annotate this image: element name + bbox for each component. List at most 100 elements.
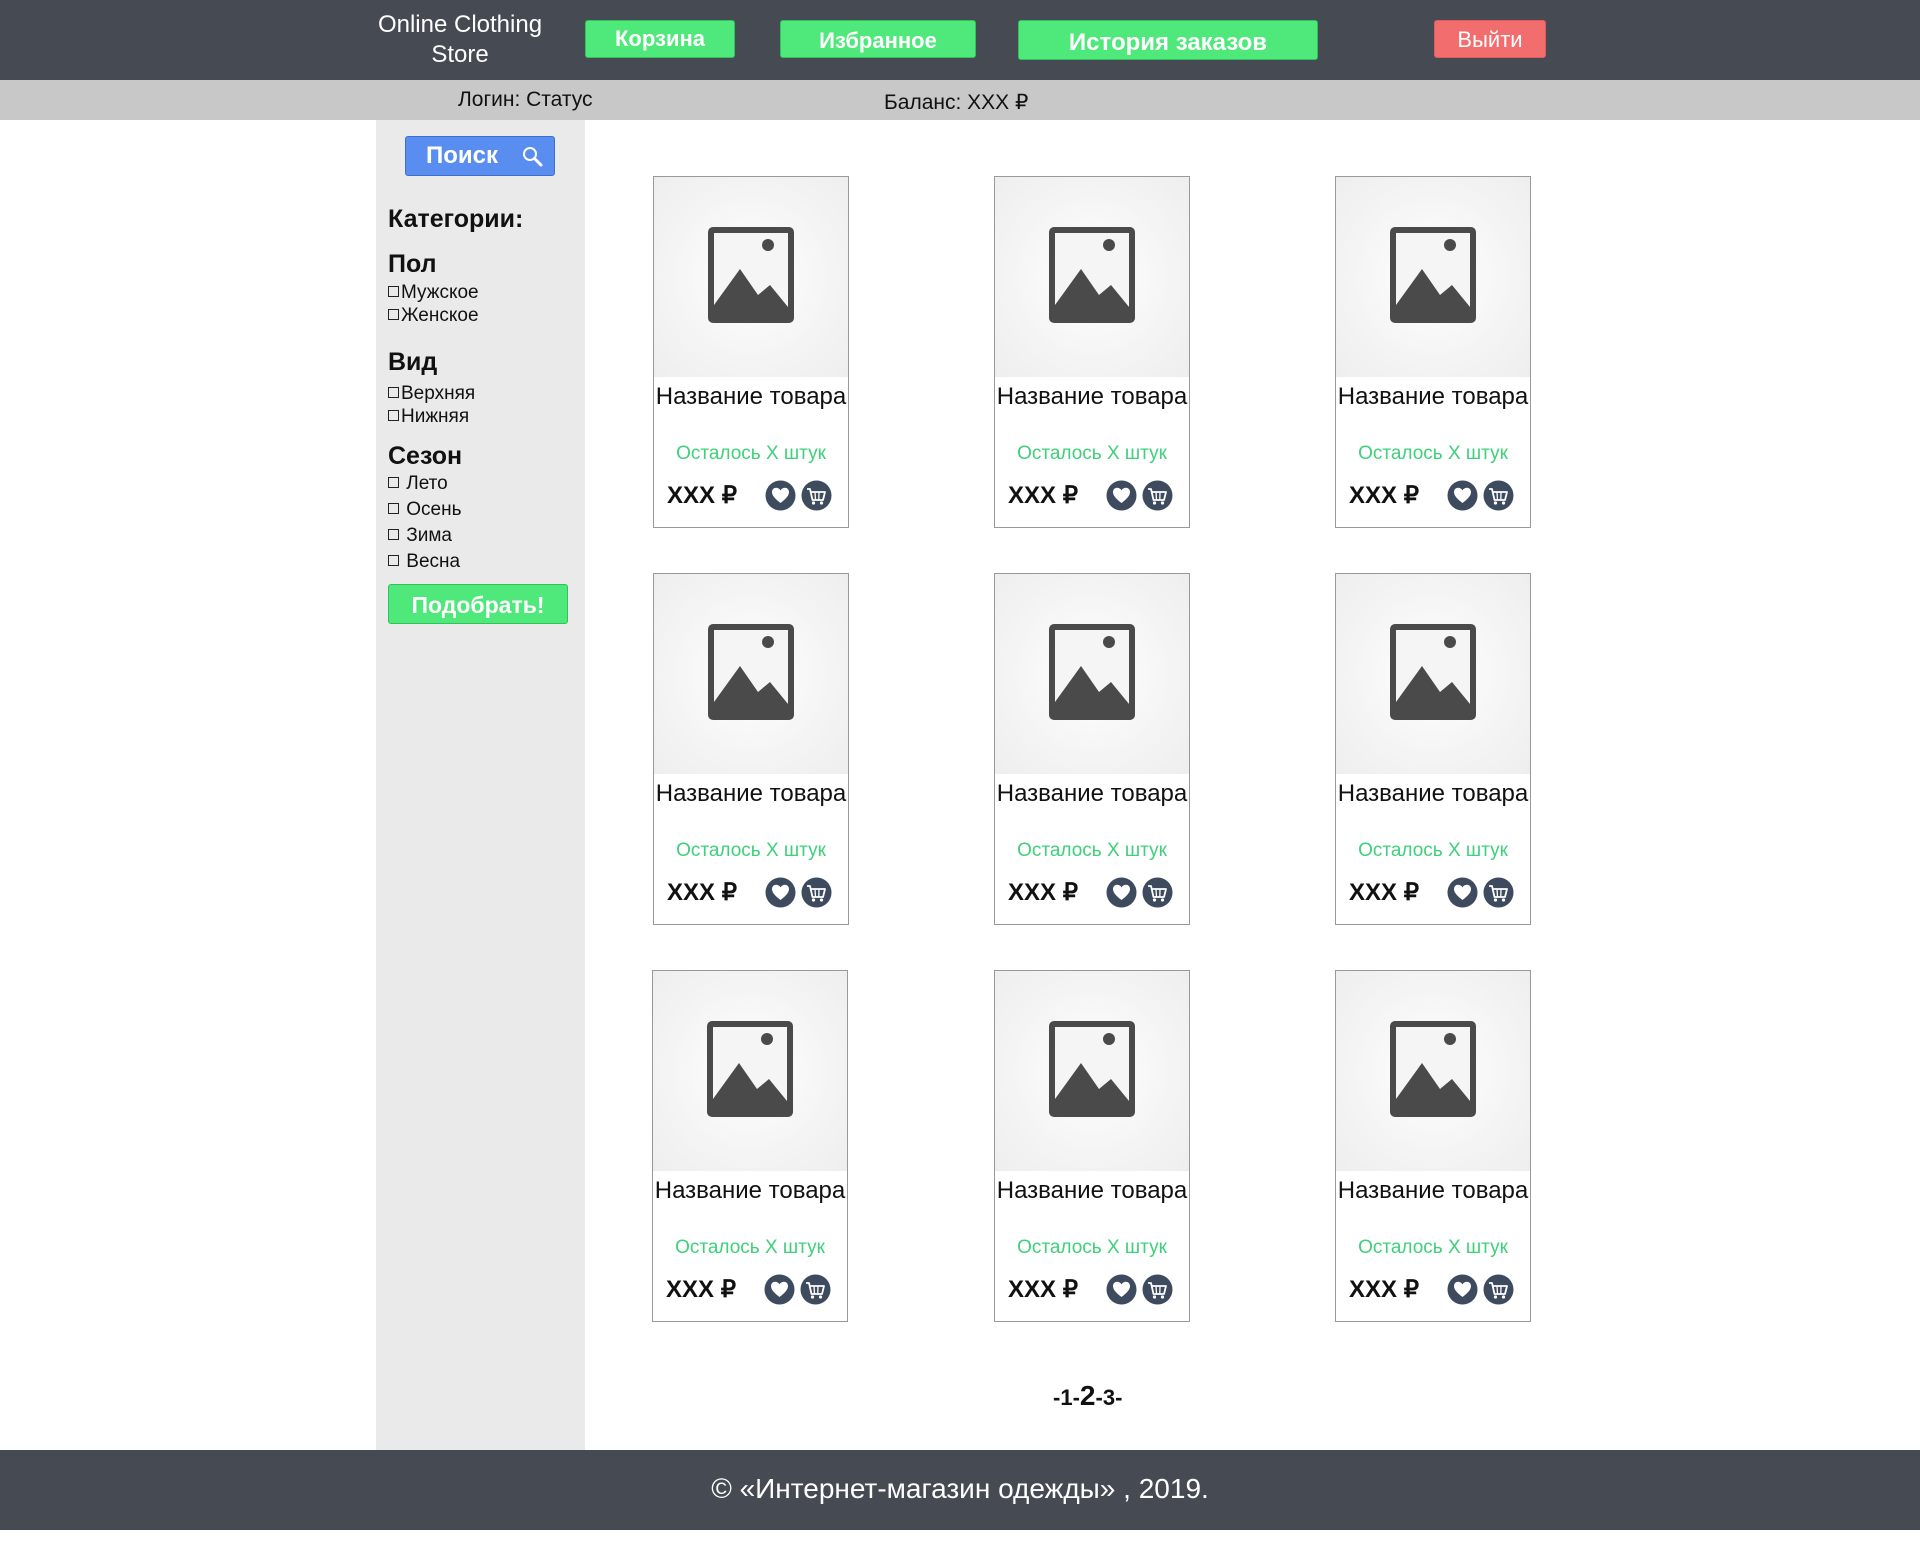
product-image[interactable]: [654, 177, 848, 377]
product-price: XXX ₽: [1008, 879, 1078, 906]
filter-option-male[interactable]: Мужское: [388, 282, 479, 304]
page-link-1[interactable]: 1: [1060, 1385, 1072, 1410]
user-status-bar: Логин: Статус Баланс: XXX ₽: [0, 80, 1920, 120]
heart-icon[interactable]: [1106, 1274, 1137, 1305]
product-name[interactable]: Название товара: [1336, 778, 1530, 809]
product-price: XXX ₽: [667, 482, 737, 509]
product-image[interactable]: [654, 574, 848, 774]
product-image[interactable]: [995, 574, 1189, 774]
product-card[interactable]: Название товара Осталось X штук XXX ₽: [1335, 970, 1531, 1322]
product-price: XXX ₽: [1349, 482, 1419, 509]
image-placeholder-icon: [1390, 1021, 1476, 1117]
heart-icon[interactable]: [1106, 480, 1137, 511]
heart-icon[interactable]: [1447, 877, 1478, 908]
product-price: XXX ₽: [667, 879, 737, 906]
checkbox[interactable]: [388, 286, 399, 297]
product-card[interactable]: Название товара Осталось X штук XXX ₽: [994, 573, 1190, 925]
cart-button[interactable]: Корзина: [585, 20, 735, 58]
basket-icon[interactable]: [1142, 877, 1173, 908]
filter-option-winter[interactable]: Зима: [388, 525, 452, 547]
heart-icon[interactable]: [1447, 1274, 1478, 1305]
checkbox[interactable]: [388, 503, 399, 514]
product-image[interactable]: [995, 177, 1189, 377]
pagination: -1-2-3-: [1053, 1380, 1123, 1411]
filter-option-female[interactable]: Женское: [388, 305, 479, 327]
product-name[interactable]: Название товара: [654, 778, 848, 809]
product-card[interactable]: Название товара Осталось X штук XXX ₽: [653, 573, 849, 925]
checkbox[interactable]: [388, 477, 399, 488]
order-history-button[interactable]: История заказов: [1018, 20, 1318, 60]
image-placeholder-icon: [1390, 624, 1476, 720]
product-stock: Осталось X штук: [1358, 840, 1508, 861]
checkbox[interactable]: [388, 309, 399, 320]
search-button[interactable]: Поиск: [405, 136, 555, 176]
top-navbar: Online Clothing Store Корзина Избранное …: [0, 0, 1920, 80]
apply-filter-button[interactable]: Подобрать!: [388, 584, 568, 624]
product-price: XXX ₽: [666, 1276, 736, 1303]
checkbox[interactable]: [388, 410, 399, 421]
page-link-3[interactable]: 3: [1103, 1385, 1115, 1410]
product-price: XXX ₽: [1349, 879, 1419, 906]
heart-icon[interactable]: [764, 1274, 795, 1305]
product-card[interactable]: Название товара Осталось X штук XXX ₽: [994, 970, 1190, 1322]
product-name[interactable]: Название товара: [995, 381, 1189, 412]
checkbox[interactable]: [388, 555, 399, 566]
product-card[interactable]: Название товара Осталось X штук XXX ₽: [653, 176, 849, 528]
store-logo-text[interactable]: Online Clothing Store: [360, 10, 560, 70]
product-image[interactable]: [1336, 574, 1530, 774]
balance-display: Баланс: XXX ₽: [884, 91, 1029, 114]
product-image[interactable]: [653, 971, 847, 1171]
product-stock: Осталось X штук: [676, 443, 826, 464]
basket-icon[interactable]: [801, 877, 832, 908]
checkbox[interactable]: [388, 387, 399, 398]
filter-option-autumn[interactable]: Осень: [388, 499, 462, 521]
product-name[interactable]: Название товара: [995, 1175, 1189, 1206]
product-card[interactable]: Название товара Осталось X штук XXX ₽: [1335, 573, 1531, 925]
login-status: Логин: Статус: [458, 88, 593, 111]
product-stock: Осталось X штук: [675, 1237, 825, 1258]
filter-option-spring[interactable]: Весна: [388, 551, 460, 573]
type-filter-heading: Вид: [388, 348, 438, 376]
image-placeholder-icon: [1390, 227, 1476, 323]
image-placeholder-icon: [1049, 1021, 1135, 1117]
product-image[interactable]: [1336, 177, 1530, 377]
gender-filter-heading: Пол: [388, 250, 437, 278]
heart-icon[interactable]: [765, 480, 796, 511]
basket-icon[interactable]: [1142, 480, 1173, 511]
basket-icon[interactable]: [801, 480, 832, 511]
image-placeholder-icon: [707, 1021, 793, 1117]
search-button-label: Поиск: [426, 142, 499, 169]
footer: © «Интернет-магазин одежды» , 2019.: [0, 1450, 1920, 1530]
favorites-button[interactable]: Избранное: [780, 20, 976, 58]
product-stock: Осталось X штук: [676, 840, 826, 861]
filter-option-outer[interactable]: Верхняя: [388, 383, 475, 405]
basket-icon[interactable]: [1483, 1274, 1514, 1305]
product-name[interactable]: Название товара: [995, 778, 1189, 809]
product-name[interactable]: Название товара: [654, 381, 848, 412]
basket-icon[interactable]: [800, 1274, 831, 1305]
product-stock: Осталось X штук: [1358, 443, 1508, 464]
basket-icon[interactable]: [1142, 1274, 1173, 1305]
magnifier-icon: [523, 147, 543, 167]
product-card[interactable]: Название товара Осталось X штук XXX ₽: [994, 176, 1190, 528]
checkbox[interactable]: [388, 529, 399, 540]
product-name[interactable]: Название товара: [653, 1175, 847, 1206]
heart-icon[interactable]: [1106, 877, 1137, 908]
season-filter-heading: Сезон: [388, 442, 463, 470]
logout-button[interactable]: Выйти: [1434, 20, 1546, 58]
image-placeholder-icon: [708, 227, 794, 323]
basket-icon[interactable]: [1483, 480, 1514, 511]
product-image[interactable]: [1336, 971, 1530, 1171]
filter-option-under[interactable]: Нижняя: [388, 406, 469, 428]
heart-icon[interactable]: [765, 877, 796, 908]
product-card[interactable]: Название товара Осталось X штук XXX ₽: [1335, 176, 1531, 528]
heart-icon[interactable]: [1447, 480, 1478, 511]
page-link-2-current[interactable]: 2: [1080, 1380, 1096, 1411]
product-price: XXX ₽: [1008, 482, 1078, 509]
basket-icon[interactable]: [1483, 877, 1514, 908]
filter-option-summer[interactable]: Лето: [388, 473, 448, 495]
product-name[interactable]: Название товара: [1336, 381, 1530, 412]
product-name[interactable]: Название товара: [1336, 1175, 1530, 1206]
product-card[interactable]: Название товара Осталось X штук XXX ₽: [652, 970, 848, 1322]
product-image[interactable]: [995, 971, 1189, 1171]
